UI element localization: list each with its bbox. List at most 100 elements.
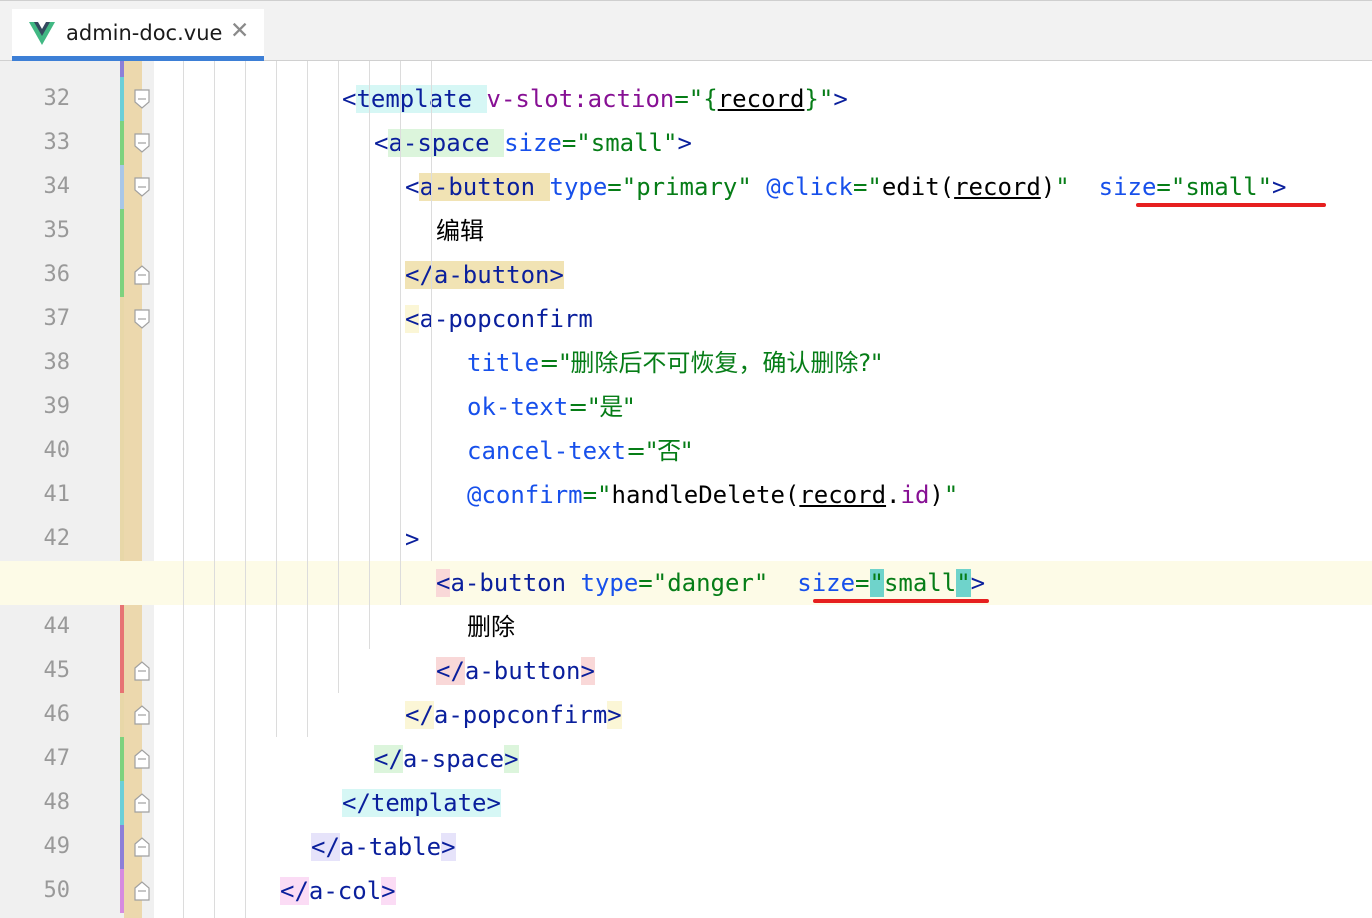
code-line[interactable]: </template> — [342, 781, 501, 825]
code-line[interactable]: cancel-text="否" — [467, 429, 692, 473]
fold-close-icon[interactable] — [134, 837, 150, 857]
code-token: ="{ — [674, 85, 718, 113]
code-token: > — [1272, 173, 1287, 201]
vcs-change-marker — [120, 869, 124, 913]
line-number: 48 — [43, 790, 71, 815]
code-line[interactable]: </a-table> — [311, 825, 456, 869]
vcs-change-marker — [120, 473, 124, 517]
code-token: > — [607, 701, 622, 729]
code-token: id — [900, 481, 930, 509]
code-line[interactable]: title="删除后不可恢复，确认删除?" — [467, 341, 882, 385]
code-editor[interactable]: 32333435363738394041424344454647484950 <… — [0, 61, 1372, 918]
code-token: > — [970, 569, 986, 597]
code-token: > — [833, 85, 848, 113]
code-token: = — [855, 569, 870, 597]
code-line[interactable]: </a-button> — [405, 253, 564, 297]
line-number: 42 — [43, 526, 71, 551]
code-token: size — [1098, 173, 1157, 201]
code-line[interactable]: @confirm="handleDelete(record.id)" — [467, 473, 958, 517]
code-line[interactable]: <a-space size="small"> — [374, 121, 692, 165]
code-token: a-space — [402, 745, 505, 773]
line-number: 35 — [43, 218, 71, 243]
fold-close-icon[interactable] — [134, 793, 150, 813]
tab-title: admin-doc.vue — [66, 21, 223, 45]
code-line[interactable]: <template v-slot:action="{record}"> — [342, 77, 848, 121]
vcs-change-marker — [120, 605, 124, 649]
code-token: ="small" — [1156, 173, 1273, 201]
code-token: </ — [280, 877, 309, 905]
code-token: </ — [342, 789, 371, 817]
code-line[interactable]: 删除 — [467, 605, 515, 649]
vcs-change-marker — [120, 77, 124, 121]
fold-close-icon[interactable] — [134, 749, 150, 769]
code-token: title — [467, 349, 540, 377]
fold-close-icon[interactable] — [134, 661, 150, 681]
fold-close-icon[interactable] — [134, 881, 150, 901]
line-number: 47 — [43, 746, 71, 771]
line-number: 45 — [43, 658, 71, 683]
code-line[interactable]: > — [405, 517, 419, 561]
vcs-change-marker — [120, 649, 124, 693]
indent-guide — [369, 61, 370, 649]
code-line[interactable]: </a-col> — [280, 869, 396, 913]
code-token: a-space — [388, 129, 490, 157]
code-token: small — [883, 569, 957, 597]
code-line[interactable]: </a-popconfirm> — [405, 693, 622, 737]
code-token: template — [356, 85, 473, 113]
indent-guide — [245, 61, 246, 918]
code-token — [489, 129, 505, 157]
vcs-change-marker — [120, 121, 124, 165]
fold-open-icon[interactable] — [134, 89, 150, 109]
line-number-gutter: 32333435363738394041424344454647484950 — [0, 61, 154, 918]
code-token: ="否" — [625, 437, 693, 465]
fold-close-icon[interactable] — [134, 705, 150, 725]
code-token: @confirm — [467, 481, 583, 509]
line-number: 36 — [43, 262, 71, 287]
code-token: type — [549, 173, 608, 201]
line-number: 32 — [43, 86, 71, 111]
vcs-change-marker — [120, 737, 124, 781]
fold-close-icon[interactable] — [134, 265, 150, 285]
line-number: 44 — [43, 614, 71, 639]
line-number: 34 — [43, 174, 71, 199]
code-token: > — [441, 833, 456, 861]
vcs-change-marker — [120, 825, 124, 869]
code-token: template — [370, 789, 487, 817]
file-tab[interactable]: admin-doc.vue ✕ — [12, 9, 264, 61]
code-token: </ — [405, 701, 434, 729]
code-token: < — [405, 305, 420, 333]
code-token: </ — [405, 261, 434, 289]
code-line[interactable]: ok-text="是" — [467, 385, 634, 429]
vcs-change-marker — [120, 429, 124, 473]
code-token: record — [717, 85, 805, 113]
fold-open-icon[interactable] — [134, 177, 150, 197]
code-line[interactable]: 编辑 — [436, 209, 484, 253]
code-token: " — [1055, 173, 1070, 201]
code-token: > — [549, 261, 564, 289]
fold-open-icon[interactable] — [134, 133, 150, 153]
code-line[interactable]: </a-space> — [374, 737, 519, 781]
vue-icon — [29, 22, 55, 45]
code-token: ="small" — [561, 129, 678, 157]
code-token: action — [587, 85, 675, 113]
code-token: < — [436, 569, 451, 597]
vcs-change-marker — [120, 341, 124, 385]
vcs-change-marker — [120, 385, 124, 429]
close-icon[interactable]: ✕ — [230, 18, 249, 44]
vcs-change-marker — [120, 61, 124, 77]
fold-open-icon[interactable] — [134, 309, 150, 329]
line-number: 46 — [43, 702, 71, 727]
code-line[interactable]: </a-button> — [436, 649, 595, 693]
code-token: > — [504, 745, 519, 773]
code-line[interactable]: <a-popconfirm — [405, 297, 593, 341]
line-number: 40 — [43, 438, 71, 463]
code-token: ="primary" — [607, 173, 752, 201]
line-number: 33 — [43, 130, 71, 155]
editor-tab-bar: admin-doc.vue ✕ — [0, 0, 1372, 61]
code-token: record — [799, 481, 887, 509]
vcs-change-marker — [120, 693, 124, 737]
code-token: " — [869, 569, 884, 597]
